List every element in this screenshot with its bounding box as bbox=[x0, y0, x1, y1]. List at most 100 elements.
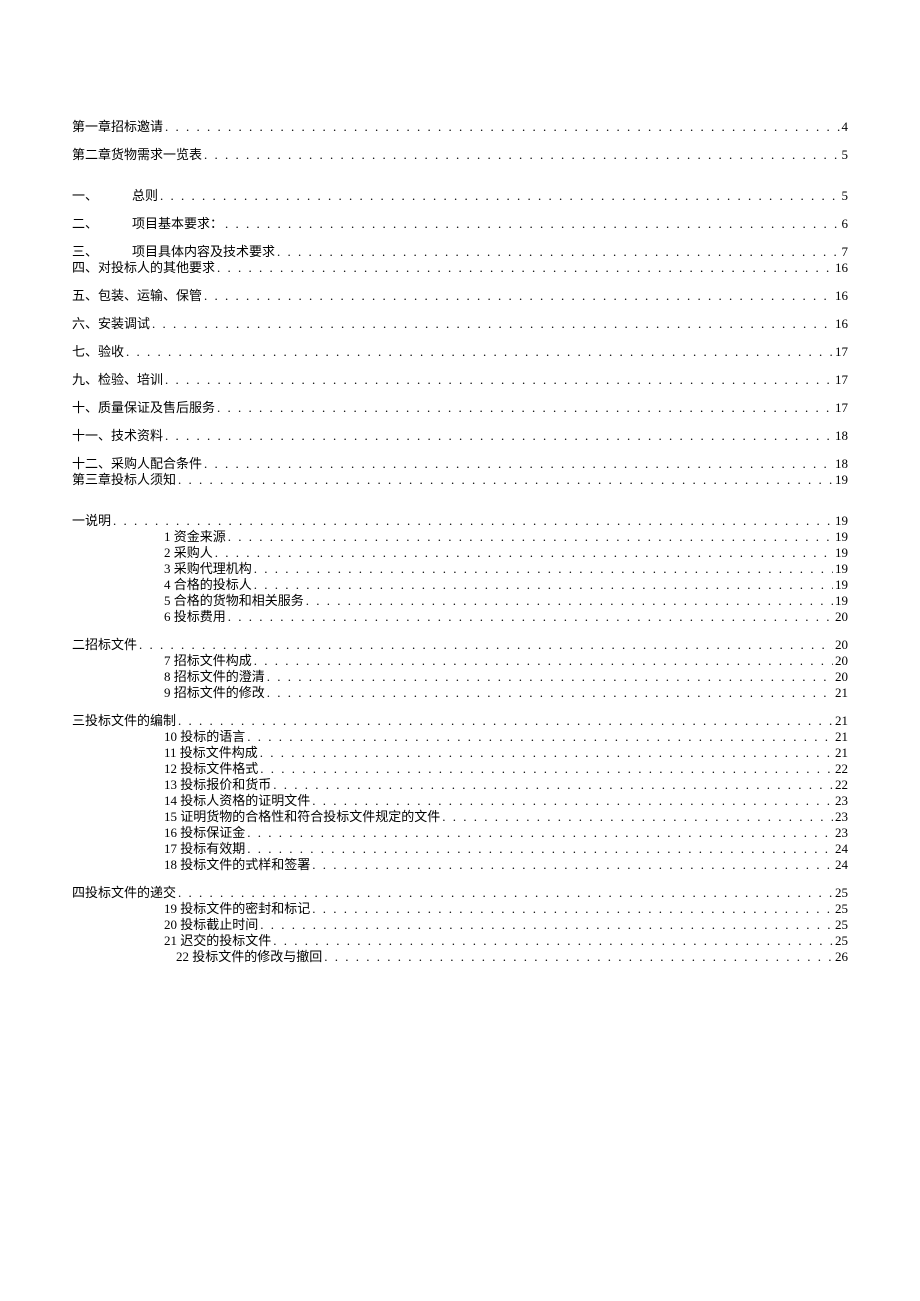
toc-entry[interactable]: 四投标文件的递交25 bbox=[72, 886, 848, 899]
toc-entry[interactable]: 五、包装、运输、保管16 bbox=[72, 289, 848, 302]
toc-entry[interactable]: 10 投标的语言21 bbox=[72, 730, 848, 743]
toc-entry[interactable]: 1 资金来源19 bbox=[72, 530, 848, 543]
toc-entry-label: 22 投标文件的修改与撤回 bbox=[176, 950, 322, 963]
toc-leader-dots bbox=[165, 373, 833, 386]
toc-leader-dots bbox=[254, 562, 833, 575]
toc-entry[interactable]: 14 投标人资格的证明文件23 bbox=[72, 794, 848, 807]
toc-entry[interactable]: 第三章投标人须知 19 bbox=[72, 473, 848, 486]
toc-leader-dots bbox=[312, 794, 833, 807]
toc-entry-page: 19 bbox=[835, 473, 848, 486]
toc-entry-page: 16 bbox=[835, 261, 848, 274]
toc-leader-dots bbox=[267, 686, 833, 699]
toc-leader-dots bbox=[273, 778, 833, 791]
toc-entry[interactable]: 12 投标文件格式22 bbox=[72, 762, 848, 775]
toc-entry-label: 三投标文件的编制 bbox=[72, 714, 176, 727]
toc-entry-page: 25 bbox=[835, 902, 848, 915]
toc-leader-dots bbox=[312, 858, 833, 871]
toc-entry-page: 25 bbox=[835, 934, 848, 947]
toc-entry-page: 26 bbox=[835, 950, 848, 963]
toc-leader-dots bbox=[273, 934, 833, 947]
toc-entry-label: 3 采购代理机构 bbox=[164, 562, 252, 575]
toc-entry[interactable]: 11 投标文件构成21 bbox=[72, 746, 848, 759]
toc-entry-label: 15 证明货物的合格性和符合投标文件规定的文件 bbox=[164, 810, 440, 823]
toc-entry[interactable]: 5 合格的货物和相关服务19 bbox=[72, 594, 848, 607]
toc-entry-label: 8 招标文件的澄清 bbox=[164, 670, 265, 683]
toc-entry[interactable]: 9 招标文件的修改21 bbox=[72, 686, 848, 699]
toc-entry[interactable]: 7 招标文件构成 20 bbox=[72, 654, 848, 667]
toc-entry[interactable]: 二招标文件 20 bbox=[72, 638, 848, 651]
toc-entry[interactable]: 十二、采购人配合条件 18 bbox=[72, 457, 848, 470]
toc-entry-page: 16 bbox=[835, 317, 848, 330]
toc-entry-label: 七、验收 bbox=[72, 345, 124, 358]
toc-leader-dots bbox=[204, 289, 833, 302]
toc-entry[interactable]: 17 投标有效期24 bbox=[72, 842, 848, 855]
toc-entry[interactable]: 2 采购人19 bbox=[72, 546, 848, 559]
toc-entry[interactable]: 4 合格的投标人19 bbox=[72, 578, 848, 591]
toc-entry[interactable]: 21 迟交的投标文件25 bbox=[72, 934, 848, 947]
toc-entry[interactable]: 十一、技术资料18 bbox=[72, 429, 848, 442]
toc-entry[interactable]: 十、质量保证及售后服务17 bbox=[72, 401, 848, 414]
toc-leader-dots bbox=[204, 148, 839, 161]
toc-leader-dots bbox=[178, 473, 833, 486]
toc-entry[interactable]: 18 投标文件的式样和签署24 bbox=[72, 858, 848, 871]
toc-entry-page: 19 bbox=[835, 562, 848, 575]
toc-leader-dots bbox=[165, 429, 833, 442]
toc-entry-number: 二、 bbox=[72, 217, 132, 230]
toc-entry-number: 三、 bbox=[72, 245, 132, 258]
toc-entry-page: 20 bbox=[835, 654, 848, 667]
toc-entry[interactable]: 九、检验、培训17 bbox=[72, 373, 848, 386]
table-of-contents: 第一章招标邀请4 第二章货物需求一览表5 一、总则5 二、项目基本要求：6 三、项目具体… bbox=[72, 120, 848, 963]
toc-entry[interactable]: 二、项目基本要求：6 bbox=[72, 217, 848, 230]
toc-entry-page: 18 bbox=[835, 429, 848, 442]
toc-entry-label: 9 招标文件的修改 bbox=[164, 686, 265, 699]
toc-entry-label: 十二、采购人配合条件 bbox=[72, 457, 202, 470]
toc-entry[interactable]: 6 投标费用 20 bbox=[72, 610, 848, 623]
toc-leader-dots bbox=[228, 610, 833, 623]
toc-entry-number: 一、 bbox=[72, 189, 132, 202]
toc-entry[interactable]: 8 招标文件的澄清 20 bbox=[72, 670, 848, 683]
toc-entry-label: 5 合格的货物和相关服务 bbox=[164, 594, 304, 607]
toc-entry[interactable]: 22 投标文件的修改与撤回 26 bbox=[72, 950, 848, 963]
toc-entry[interactable]: 六、安装调试 16 bbox=[72, 317, 848, 330]
toc-entry-page: 20 bbox=[835, 610, 848, 623]
toc-entry[interactable]: 20 投标截止时间25 bbox=[72, 918, 848, 931]
toc-entry[interactable]: 3 采购代理机构 19 bbox=[72, 562, 848, 575]
toc-entry-label: 19 投标文件的密封和标记 bbox=[164, 902, 310, 915]
toc-entry-label: 二招标文件 bbox=[72, 638, 137, 651]
toc-entry-label: 第一章招标邀请 bbox=[72, 120, 163, 133]
toc-entry-page: 20 bbox=[835, 638, 848, 651]
toc-entry-label: 2 采购人 bbox=[164, 546, 213, 559]
toc-entry[interactable]: 一、总则5 bbox=[72, 189, 848, 202]
toc-entry-label: 六、安装调试 bbox=[72, 317, 150, 330]
toc-entry[interactable]: 19 投标文件的密封和标记 25 bbox=[72, 902, 848, 915]
toc-entry[interactable]: 第一章招标邀请4 bbox=[72, 120, 848, 133]
toc-entry-page: 20 bbox=[835, 670, 848, 683]
toc-entry[interactable]: 13 投标报价和货币22 bbox=[72, 778, 848, 791]
toc-entry-label: 第三章投标人须知 bbox=[72, 473, 176, 486]
toc-leader-dots bbox=[217, 401, 833, 414]
toc-entry-page: 19 bbox=[835, 578, 848, 591]
toc-entry[interactable]: 三、项目具体内容及技术要求7 bbox=[72, 245, 848, 258]
toc-entry-label: 7 招标文件构成 bbox=[164, 654, 252, 667]
toc-entry-label: 17 投标有效期 bbox=[164, 842, 245, 855]
toc-entry-label: 6 投标费用 bbox=[164, 610, 226, 623]
toc-entry-page: 18 bbox=[835, 457, 848, 470]
toc-entry[interactable]: 15 证明货物的合格性和符合投标文件规定的文件23 bbox=[72, 810, 848, 823]
toc-leader-dots bbox=[160, 189, 839, 202]
toc-leader-dots bbox=[260, 746, 833, 759]
toc-entry[interactable]: 七、验收17 bbox=[72, 345, 848, 358]
toc-entry[interactable]: 四、对投标人的其他要求 16 bbox=[72, 261, 848, 274]
toc-entry-label: 13 投标报价和货币 bbox=[164, 778, 271, 791]
toc-entry[interactable]: 16 投标保证金23 bbox=[72, 826, 848, 839]
toc-entry-label: 1 资金来源 bbox=[164, 530, 226, 543]
toc-entry-label: 四、对投标人的其他要求 bbox=[72, 261, 215, 274]
toc-entry[interactable]: 一说明19 bbox=[72, 514, 848, 527]
toc-entry[interactable]: 第二章货物需求一览表5 bbox=[72, 148, 848, 161]
toc-leader-dots bbox=[225, 217, 839, 230]
toc-entry-page: 7 bbox=[842, 245, 849, 258]
toc-entry-page: 5 bbox=[842, 189, 849, 202]
toc-entry-label: 12 投标文件格式 bbox=[164, 762, 258, 775]
toc-entry[interactable]: 三投标文件的编制21 bbox=[72, 714, 848, 727]
toc-entry-page: 16 bbox=[835, 289, 848, 302]
page-container: 第一章招标邀请4 第二章货物需求一览表5 一、总则5 二、项目基本要求：6 三、项目具体… bbox=[0, 0, 920, 1058]
